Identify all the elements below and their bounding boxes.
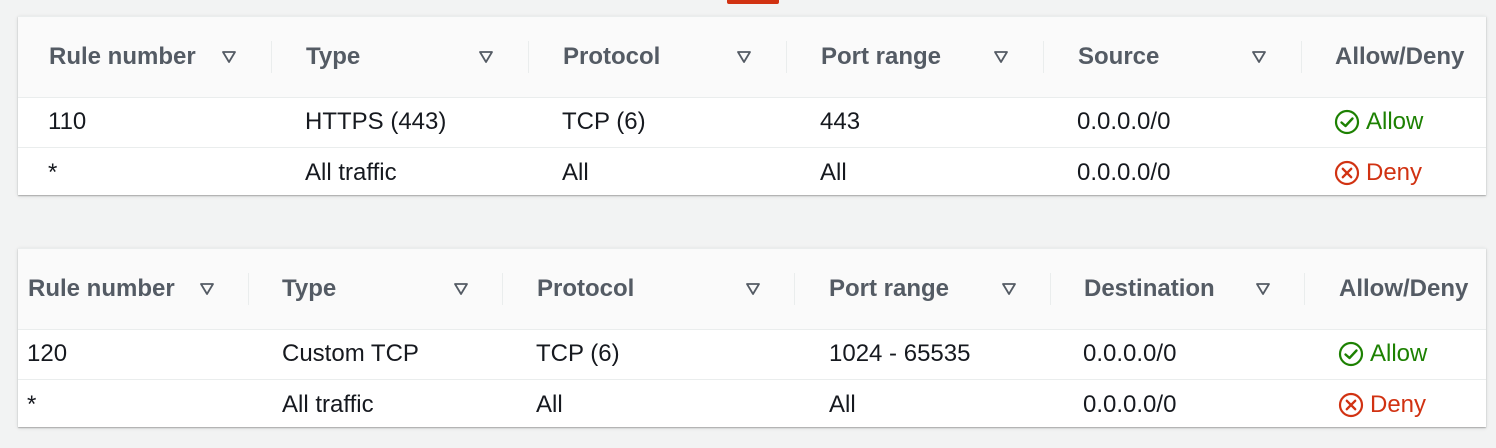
destination-cell: 0.0.0.0/0 — [1083, 391, 1177, 418]
port-range-cell: 1024 - 65535 — [829, 340, 971, 367]
port-range-cell: All — [829, 391, 856, 418]
port-range-cell: All — [820, 159, 847, 186]
deny-status: Deny — [1334, 159, 1422, 187]
column-label: Protocol — [537, 275, 635, 302]
status-label: Deny — [1366, 159, 1423, 186]
column-header-port-range[interactable]: Port range — [821, 17, 941, 97]
rule-number-cell: 110 — [48, 108, 87, 135]
x-circle-icon — [1334, 160, 1360, 186]
column-header-source[interactable]: Source — [1078, 17, 1159, 97]
column-divider — [248, 273, 249, 305]
destination-cell: 0.0.0.0/0 — [1083, 340, 1177, 367]
column-header-protocol[interactable]: Protocol — [537, 249, 634, 329]
allow-status: Allow — [1338, 340, 1427, 368]
sort-triangle-icon[interactable] — [222, 51, 236, 63]
protocol-cell: All — [536, 391, 563, 418]
status-label: Deny — [1370, 391, 1427, 418]
table-row[interactable]: * All traffic All All 0.0.0.0/0 Deny — [18, 148, 1486, 198]
inbound-rules-table: Rule number Type Protocol Port range Sou… — [18, 16, 1486, 195]
type-cell: HTTPS (443) — [305, 108, 447, 135]
column-header-allow-deny: Allow/Deny — [1335, 17, 1464, 97]
allow-deny-cell: Deny — [1338, 380, 1426, 430]
allow-deny-cell: Allow — [1338, 329, 1427, 379]
protocol-cell: All — [562, 159, 589, 186]
column-header-destination[interactable]: Destination — [1084, 249, 1215, 329]
check-circle-icon — [1338, 341, 1364, 367]
status-label: Allow — [1370, 340, 1428, 367]
rule-number-cell: * — [48, 159, 58, 186]
column-header-type[interactable]: Type — [282, 249, 336, 329]
column-divider — [1301, 41, 1302, 73]
rule-number-cell: * — [27, 391, 37, 418]
column-label: Protocol — [563, 43, 661, 70]
source-cell: 0.0.0.0/0 — [1077, 108, 1171, 135]
column-divider — [502, 273, 503, 305]
outbound-rules-table: Rule number Type Protocol Port range Des… — [18, 248, 1486, 427]
column-label: Source — [1078, 43, 1160, 70]
column-label: Rule number — [49, 43, 196, 70]
type-cell: Custom TCP — [282, 340, 419, 367]
column-divider — [1050, 273, 1051, 305]
sort-triangle-icon[interactable] — [746, 283, 760, 295]
type-cell: All traffic — [282, 391, 374, 418]
column-divider — [1304, 273, 1305, 305]
source-cell: 0.0.0.0/0 — [1077, 159, 1171, 186]
sort-triangle-icon[interactable] — [454, 283, 468, 295]
rule-number-cell: 120 — [27, 340, 68, 367]
type-cell: All traffic — [305, 159, 397, 186]
sort-triangle-icon[interactable] — [994, 51, 1008, 63]
column-header-protocol[interactable]: Protocol — [563, 17, 660, 97]
sort-triangle-icon[interactable] — [737, 51, 751, 63]
deny-status: Deny — [1338, 391, 1426, 419]
protocol-cell: TCP (6) — [562, 108, 646, 135]
column-label: Port range — [829, 275, 950, 302]
column-label: Port range — [821, 43, 942, 70]
sort-triangle-icon[interactable] — [1252, 51, 1266, 63]
table-row[interactable]: * All traffic All All 0.0.0.0/0 Deny — [18, 380, 1486, 430]
top-accent-bar — [727, 0, 779, 4]
column-header-rule-number[interactable]: Rule number — [28, 249, 175, 329]
allow-deny-cell: Allow — [1334, 97, 1423, 147]
table-header: Rule number Type Protocol Port range Des… — [18, 249, 1486, 330]
column-divider — [1043, 41, 1044, 73]
protocol-cell: TCP (6) — [536, 340, 620, 367]
column-header-type[interactable]: Type — [306, 17, 360, 97]
status-label: Allow — [1366, 108, 1424, 135]
column-header-allow-deny: Allow/Deny — [1339, 249, 1468, 329]
column-header-rule-number[interactable]: Rule number — [49, 17, 196, 97]
sort-triangle-icon[interactable] — [1256, 283, 1270, 295]
allow-status: Allow — [1334, 108, 1423, 136]
table-header: Rule number Type Protocol Port range Sou… — [18, 17, 1486, 98]
sort-triangle-icon[interactable] — [479, 51, 493, 63]
column-label: Destination — [1084, 275, 1215, 302]
allow-deny-cell: Deny — [1334, 148, 1422, 198]
column-label: Type — [282, 275, 337, 302]
column-label: Type — [306, 43, 361, 70]
column-divider — [271, 41, 272, 73]
sort-triangle-icon[interactable] — [200, 283, 214, 295]
column-label: Allow/Deny — [1339, 275, 1469, 302]
column-divider — [528, 41, 529, 73]
column-divider — [786, 41, 787, 73]
sort-triangle-icon[interactable] — [1002, 283, 1016, 295]
table-row[interactable]: 120 Custom TCP TCP (6) 1024 - 65535 0.0.… — [18, 329, 1486, 380]
column-label: Allow/Deny — [1335, 43, 1465, 70]
column-label: Rule number — [28, 275, 175, 302]
x-circle-icon — [1338, 392, 1364, 418]
table-row[interactable]: 110 HTTPS (443) TCP (6) 443 0.0.0.0/0 Al… — [18, 97, 1486, 148]
column-header-port-range[interactable]: Port range — [829, 249, 949, 329]
column-divider — [794, 273, 795, 305]
port-range-cell: 443 — [820, 108, 861, 135]
check-circle-icon — [1334, 109, 1360, 135]
